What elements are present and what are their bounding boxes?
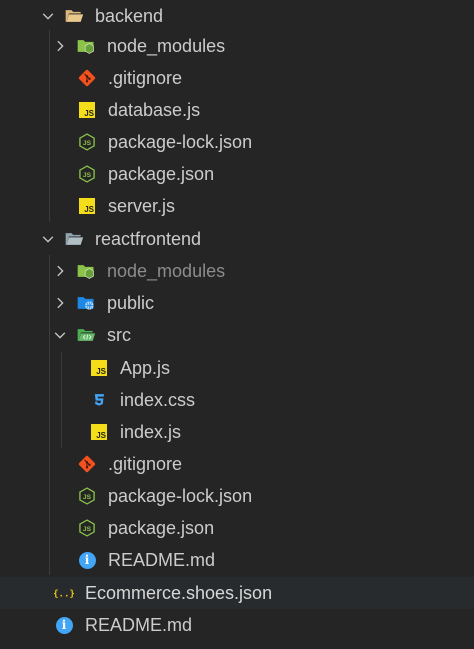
tree-file-row[interactable]: JS App.js bbox=[0, 352, 474, 384]
tree-folder-row[interactable]: reactfrontend bbox=[0, 223, 474, 255]
svg-text:JS: JS bbox=[83, 526, 92, 533]
tree-file-row[interactable]: .gitignore bbox=[0, 62, 474, 94]
svg-text:{..}: {..} bbox=[54, 588, 74, 599]
info-icon: i bbox=[77, 550, 97, 570]
tree-item-label: database.js bbox=[108, 100, 201, 120]
svg-text:JS: JS bbox=[83, 140, 92, 147]
javascript-file-icon: JS bbox=[77, 100, 97, 120]
tree-file-row[interactable]: {..} Ecommerce.shoes.json bbox=[0, 577, 474, 609]
tree-item-label: public bbox=[107, 293, 155, 313]
tree-file-row[interactable]: .gitignore bbox=[0, 448, 474, 480]
info-icon: i bbox=[54, 615, 74, 635]
tree-folder-row[interactable]: node_modules bbox=[0, 255, 474, 287]
tree-file-row[interactable]: index.css bbox=[0, 384, 474, 416]
nodejs-icon: JS bbox=[77, 486, 97, 506]
indent-guide bbox=[61, 352, 62, 448]
tree-item-label: node_modules bbox=[107, 36, 226, 56]
nodejs-icon: JS bbox=[77, 164, 97, 184]
node-folder-icon bbox=[76, 36, 96, 56]
node-folder-icon bbox=[76, 261, 96, 281]
tree-file-row[interactable]: i README.md bbox=[0, 609, 474, 641]
chevron-down-icon[interactable] bbox=[38, 223, 58, 255]
tree-item-label: package-lock.json bbox=[108, 132, 253, 152]
folder-open-icon bbox=[64, 6, 84, 26]
tree-item-label: package.json bbox=[108, 518, 215, 538]
tree-folder-row[interactable]: node_modules bbox=[0, 30, 474, 62]
nodejs-icon: JS bbox=[77, 132, 97, 152]
javascript-file-icon: JS bbox=[77, 196, 97, 216]
tree-file-row[interactable]: JS package-lock.json bbox=[0, 480, 474, 512]
chevron-down-icon[interactable] bbox=[50, 319, 70, 351]
file-explorer-tree: backend node_modules .gitignore JS database.… bbox=[0, 0, 474, 649]
json-file-icon: {..} bbox=[54, 583, 74, 603]
tree-folder-row[interactable]: public bbox=[0, 287, 474, 319]
git-icon bbox=[77, 454, 97, 474]
tree-item-label: package-lock.json bbox=[108, 486, 253, 506]
tree-item-label: Ecommerce.shoes.json bbox=[85, 583, 273, 603]
tree-file-row[interactable]: i README.md bbox=[0, 544, 474, 576]
indent-guide bbox=[49, 255, 50, 575]
javascript-file-icon: JS bbox=[89, 358, 109, 378]
tree-item-label: package.json bbox=[108, 164, 215, 184]
indent-guide bbox=[49, 30, 50, 222]
git-icon bbox=[77, 68, 97, 88]
tree-item-label: App.js bbox=[120, 358, 171, 378]
folder-open-icon bbox=[64, 229, 84, 249]
chevron-right-icon[interactable] bbox=[50, 30, 70, 62]
tree-item-label: server.js bbox=[108, 196, 176, 216]
public-folder-icon bbox=[76, 293, 96, 313]
tree-item-label: index.css bbox=[120, 390, 196, 410]
tree-item-label: index.js bbox=[120, 422, 182, 442]
tree-folder-row[interactable]: backend bbox=[0, 0, 474, 32]
tree-item-label: backend bbox=[95, 6, 164, 26]
src-folder-icon bbox=[76, 325, 96, 345]
tree-file-row[interactable]: JS server.js bbox=[0, 190, 474, 222]
css-file-icon bbox=[89, 390, 109, 410]
tree-item-label: .gitignore bbox=[108, 68, 183, 88]
chevron-right-icon[interactable] bbox=[50, 287, 70, 319]
svg-text:JS: JS bbox=[83, 494, 92, 501]
tree-file-row[interactable]: JS index.js bbox=[0, 416, 474, 448]
tree-file-row[interactable]: JS package.json bbox=[0, 512, 474, 544]
tree-item-label: reactfrontend bbox=[95, 229, 202, 249]
javascript-file-icon: JS bbox=[89, 422, 109, 442]
tree-item-label: node_modules bbox=[107, 261, 226, 281]
tree-file-row[interactable]: JS database.js bbox=[0, 94, 474, 126]
tree-folder-row[interactable]: src bbox=[0, 319, 474, 351]
chevron-right-icon[interactable] bbox=[50, 255, 70, 287]
tree-file-row[interactable]: JS package-lock.json bbox=[0, 126, 474, 158]
tree-item-label: src bbox=[107, 325, 131, 345]
tree-item-label: .gitignore bbox=[108, 454, 183, 474]
svg-text:JS: JS bbox=[83, 172, 92, 179]
tree-item-label: README.md bbox=[85, 615, 193, 635]
chevron-down-icon[interactable] bbox=[38, 0, 58, 32]
nodejs-icon: JS bbox=[77, 518, 97, 538]
tree-item-label: README.md bbox=[108, 550, 216, 570]
tree-file-row[interactable]: JS package.json bbox=[0, 158, 474, 190]
